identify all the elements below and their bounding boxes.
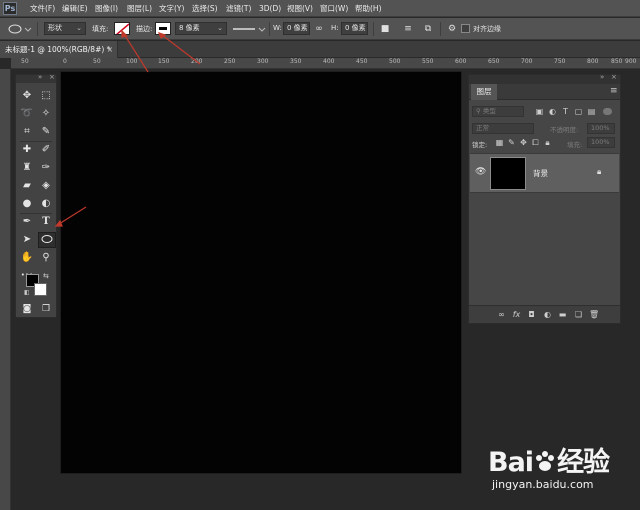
arrow-to-ellipse-tool <box>58 206 87 225</box>
arrow-head <box>54 219 63 227</box>
watermark-brand: Bai 经验 <box>488 440 610 479</box>
paw-icon <box>533 449 557 471</box>
watermark-url: jingyan.baidu.com <box>492 478 594 491</box>
baidu-watermark: Bai 经验 jingyan.baidu.com <box>488 440 628 498</box>
arrow-to-stroke <box>161 34 201 65</box>
arrow-head <box>121 29 129 38</box>
annotation-arrows <box>54 29 201 227</box>
arrow-to-fill <box>123 33 149 73</box>
watermark-brand-suffix: 经验 <box>557 447 610 478</box>
watermark-brand-text: Bai <box>488 447 534 478</box>
